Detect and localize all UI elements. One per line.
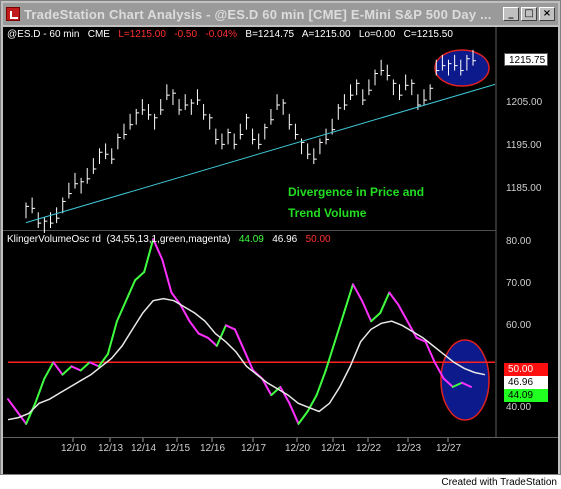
footer-credit: Created with TradeStation	[441, 477, 557, 488]
osc-tick-60: 60.00	[506, 320, 532, 331]
kvo-segment-up	[342, 283, 354, 315]
kvo-segment-up	[106, 320, 118, 356]
kvo-segment-down	[361, 299, 373, 323]
exchange-label: CME	[87, 29, 110, 40]
date-tick: 12/15	[165, 443, 191, 454]
indicator-value-level: 50.00	[305, 234, 331, 245]
kvo-segment-down	[397, 303, 409, 323]
date-tick: 12/14	[131, 443, 157, 454]
kvo-segment-down	[261, 377, 273, 397]
kvo-segment-down	[224, 324, 236, 331]
date-tick: 12/13	[98, 443, 124, 454]
price-tick-1195: 1195.00	[506, 140, 542, 151]
bid-price: B=1214.75	[245, 29, 295, 40]
divergence-annotation: Divergence in Price and Trend Volume	[288, 182, 424, 224]
kvo-segment-up	[79, 361, 91, 372]
title-bar[interactable]: TradeStation Chart Analysis - @ES.D 60 m…	[3, 3, 558, 25]
indicator-params: (34,55,13,1,green,magenta)	[106, 234, 231, 245]
kvo-segment-up	[134, 271, 146, 282]
kvo-segment-up	[370, 312, 382, 323]
osc-tick-80: 80.00	[506, 236, 532, 247]
kvo-segment-down	[7, 398, 19, 413]
low-price: Lo=0.00	[358, 29, 396, 40]
date-tick: 12/22	[356, 443, 382, 454]
indicator-value-signal: 46.96	[272, 234, 298, 245]
signal-line	[7, 297, 486, 421]
kvo-segment-up	[115, 299, 128, 323]
kvo-segment-up	[324, 340, 336, 372]
indicator-name: KlingerVolumeOsc rd	[7, 234, 101, 245]
kvo-segment-up	[333, 312, 345, 343]
price-change: -0.50	[174, 29, 198, 40]
maximize-button[interactable]: □	[521, 7, 537, 21]
annotation-line-2: Trend Volume	[288, 206, 367, 220]
chart-window: TradeStation Chart Analysis - @ES.D 60 m…	[0, 0, 561, 475]
kvo-segment-down	[206, 336, 218, 347]
kvo-segment-down	[161, 258, 173, 294]
ask-price: A=1215.00	[301, 29, 351, 40]
date-tick: 12/27	[436, 443, 462, 454]
price-tick-1185: 1185.00	[506, 183, 542, 194]
last-price: L=1215.00	[118, 29, 166, 40]
price-change-pct: -0.04%	[205, 29, 238, 40]
price-header: @ES.D - 60 min CME L=1215.00 -0.50 -0.04…	[7, 29, 453, 40]
osc-tick-70: 70.00	[506, 278, 532, 289]
chart-area[interactable]: @ES.D - 60 min CME L=1215.00 -0.50 -0.04…	[3, 27, 558, 474]
osc-level-label: 50.00	[504, 363, 548, 376]
kvo-segment-up	[34, 377, 46, 405]
date-tick: 12/17	[241, 443, 267, 454]
kvo-segment-down	[388, 291, 400, 306]
kvo-segment-up	[315, 369, 327, 397]
kvo-segment-up	[297, 410, 309, 425]
date-tick: 12/16	[200, 443, 226, 454]
kvo-segment-down	[351, 283, 364, 302]
price-divergence-highlight	[434, 49, 490, 87]
kvo-segment-down	[70, 365, 82, 372]
window-title: TradeStation Chart Analysis - @ES.D 60 m…	[24, 6, 492, 22]
date-tick: 12/23	[396, 443, 422, 454]
kvo-segment-down	[52, 361, 64, 376]
price-tick-1205: 1205.00	[506, 97, 543, 108]
indicator-value-kvo: 44.09	[238, 234, 264, 245]
symbol-label: @ES.D - 60 min	[7, 29, 80, 40]
osc-kvo-label: 44.09	[504, 389, 548, 402]
kvo-segment-up	[379, 291, 391, 315]
close-price: C=1215.50	[403, 29, 453, 40]
osc-signal-label: 46.96	[504, 376, 548, 389]
last-price-axis-label: 1215.75	[504, 53, 548, 66]
annotation-line-1: Divergence in Price and	[288, 185, 425, 199]
date-tick: 12/21	[321, 443, 347, 454]
kvo-segment-up	[125, 279, 137, 302]
indicator-header: KlingerVolumeOsc rd (34,55,13,1,green,ma…	[7, 234, 331, 245]
kvo-segment-down	[288, 402, 300, 425]
osc-divergence-highlight	[440, 339, 490, 421]
kvo-segment-down	[188, 320, 200, 335]
chart-canvas[interactable]	[3, 27, 558, 474]
tradestation-app-icon[interactable]	[6, 7, 20, 21]
osc-tick-40: 40.00	[506, 402, 532, 413]
kvo-segment-down	[424, 340, 436, 364]
kvo-segment-up	[43, 361, 55, 380]
date-tick: 12/20	[285, 443, 311, 454]
kvo-segment-down	[197, 332, 209, 339]
kvo-segment-down	[233, 328, 246, 351]
close-button[interactable]: ×	[539, 7, 555, 21]
kvo-segment-up	[61, 365, 73, 376]
trend-line	[25, 83, 496, 224]
minimize-button[interactable]: _	[503, 7, 519, 21]
date-tick: 12/10	[61, 443, 87, 454]
